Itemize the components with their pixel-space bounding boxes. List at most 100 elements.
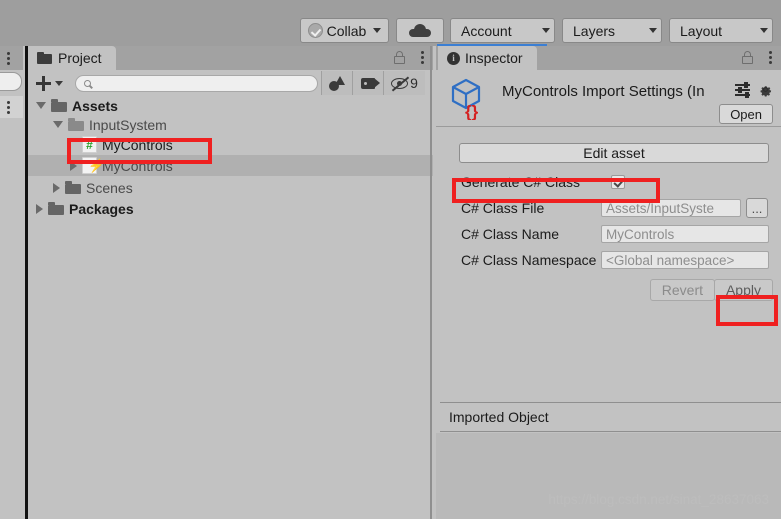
open-button[interactable]: Open [719, 104, 773, 124]
project-tabbar: Project [28, 46, 433, 70]
tab-project[interactable]: Project [28, 46, 116, 70]
shape-filter-icon[interactable] [321, 71, 352, 95]
svg-text:{}: {} [465, 102, 479, 120]
tree-row-mycontrols-asset[interactable]: ⚡ MyControls [28, 155, 433, 176]
folder-icon [37, 52, 52, 64]
chevron-down-icon[interactable] [36, 102, 46, 109]
info-icon: i [447, 51, 460, 65]
project-panel: Project 9 Assets InputSystem # MyControl… [25, 46, 433, 519]
unity-editor-window: Collab Account Layers Layout Project 9 A… [0, 0, 781, 519]
chevron-down-icon [55, 80, 63, 86]
class-file-browse-button[interactable]: ... [746, 198, 768, 218]
account-button[interactable]: Account [450, 18, 555, 43]
layout-label: Layout [680, 22, 723, 39]
top-toolbar: Collab Account Layers Layout [0, 0, 781, 46]
chevron-down-icon [542, 28, 550, 33]
panel-options-icon[interactable] [7, 101, 10, 114]
gear-icon[interactable] [758, 82, 773, 97]
class-file-input[interactable]: Assets/InputSyste [601, 199, 741, 217]
class-namespace-label: C# Class Namespace [461, 252, 597, 268]
class-name-label: C# Class Name [461, 226, 560, 242]
folder-icon [65, 181, 81, 194]
panel-divider[interactable] [430, 46, 432, 519]
csharp-script-icon: # [82, 136, 97, 153]
create-asset-button[interactable] [36, 75, 63, 91]
tree-label: Packages [69, 200, 134, 217]
tag-icon[interactable] [352, 71, 383, 95]
inspector-body: Edit asset Generate C# Class C# Class Fi… [436, 126, 781, 402]
folder-open-icon [68, 118, 84, 131]
panel-menu-icon[interactable] [7, 52, 10, 65]
project-filter-icons: 9 [321, 71, 425, 95]
watermark-text: https://blog.csdn.net/sinat_28637063 [548, 492, 769, 507]
generate-class-label: Generate C# Class [461, 174, 581, 190]
imported-object-header[interactable]: Imported Object [440, 402, 781, 432]
search-input[interactable] [95, 77, 295, 89]
tab-project-label: Project [58, 50, 102, 66]
left-panel-tabbar [0, 46, 23, 70]
chevron-right-icon[interactable] [36, 203, 43, 214]
left-panel-search-field[interactable] [0, 72, 22, 91]
collab-label: Collab [326, 22, 367, 39]
class-namespace-row: C# Class Namespace <Global namespace> [436, 249, 781, 271]
tree-label: MyControls [102, 136, 173, 153]
collab-button[interactable]: Collab [300, 18, 389, 43]
tree-label: Assets [72, 97, 118, 114]
tree-label: MyControls [102, 157, 173, 174]
inspector-panel-menu-icon[interactable] [769, 51, 772, 64]
revert-button[interactable]: Revert [649, 279, 715, 301]
hidden-assets-toggle[interactable]: 9 [383, 71, 425, 95]
left-panel-row [0, 96, 23, 118]
tree-row-assets[interactable]: Assets [28, 96, 433, 115]
chevron-down-icon [373, 28, 382, 33]
class-file-row: C# Class File Assets/InputSyste ... [436, 197, 781, 219]
class-name-input[interactable]: MyControls [601, 225, 769, 243]
lock-icon[interactable] [394, 51, 405, 64]
inspector-header-icons [735, 82, 773, 98]
tree-label: InputSystem [89, 116, 167, 133]
folder-icon [48, 202, 64, 215]
cloud-icon [409, 24, 431, 37]
input-action-asset-icon: ⚡ [82, 157, 104, 174]
tree-label: Scenes [86, 179, 133, 196]
project-tree: Assets InputSystem # MyControls ⚡ MyCont… [28, 96, 433, 519]
folder-open-icon [51, 99, 67, 112]
generate-class-checkbox[interactable] [611, 175, 625, 189]
project-search-field[interactable] [75, 74, 318, 92]
chevron-right-icon[interactable] [53, 182, 60, 193]
hidden-count-label: 9 [410, 75, 418, 91]
inspector-tabbar: i Inspector [436, 46, 781, 70]
chevron-down-icon[interactable] [53, 121, 63, 128]
class-file-label: C# Class File [461, 200, 545, 216]
layout-button[interactable]: Layout [669, 18, 773, 43]
tab-inspector[interactable]: i Inspector [438, 46, 537, 70]
tab-inspector-label: Inspector [465, 50, 523, 66]
project-toolbar: 9 [28, 70, 433, 96]
chevron-down-icon [649, 28, 657, 33]
edit-asset-button[interactable]: Edit asset [459, 143, 769, 163]
cloud-button[interactable] [396, 18, 444, 43]
chevron-down-icon [760, 28, 768, 33]
tree-row-packages[interactable]: Packages [28, 199, 433, 218]
plus-icon [36, 75, 51, 91]
tree-row-mycontrols-script[interactable]: # MyControls [28, 134, 433, 155]
chevron-right-icon[interactable] [70, 160, 77, 171]
preset-icon[interactable] [735, 82, 750, 98]
tree-row-inputsystem[interactable]: InputSystem [28, 115, 433, 134]
collab-check-icon [307, 23, 323, 38]
search-icon [84, 79, 91, 87]
tree-row-scenes[interactable]: Scenes [28, 178, 433, 197]
generate-class-row: Generate C# Class [436, 171, 781, 193]
apply-button[interactable]: Apply [713, 279, 773, 301]
lock-icon[interactable] [742, 51, 753, 64]
eye-off-icon [391, 75, 410, 92]
project-panel-menu-icon[interactable] [421, 51, 424, 64]
layers-label: Layers [573, 22, 616, 39]
layers-button[interactable]: Layers [562, 18, 662, 43]
class-name-row: C# Class Name MyControls [436, 223, 781, 245]
inspector-panel: i Inspector {} MyControls Import Setting… [436, 46, 781, 519]
left-partial-panel [0, 46, 23, 519]
imported-object-preview: https://blog.csdn.net/sinat_28637063 [436, 433, 781, 519]
account-label: Account [461, 22, 512, 39]
class-namespace-input[interactable]: <Global namespace> [601, 251, 769, 269]
